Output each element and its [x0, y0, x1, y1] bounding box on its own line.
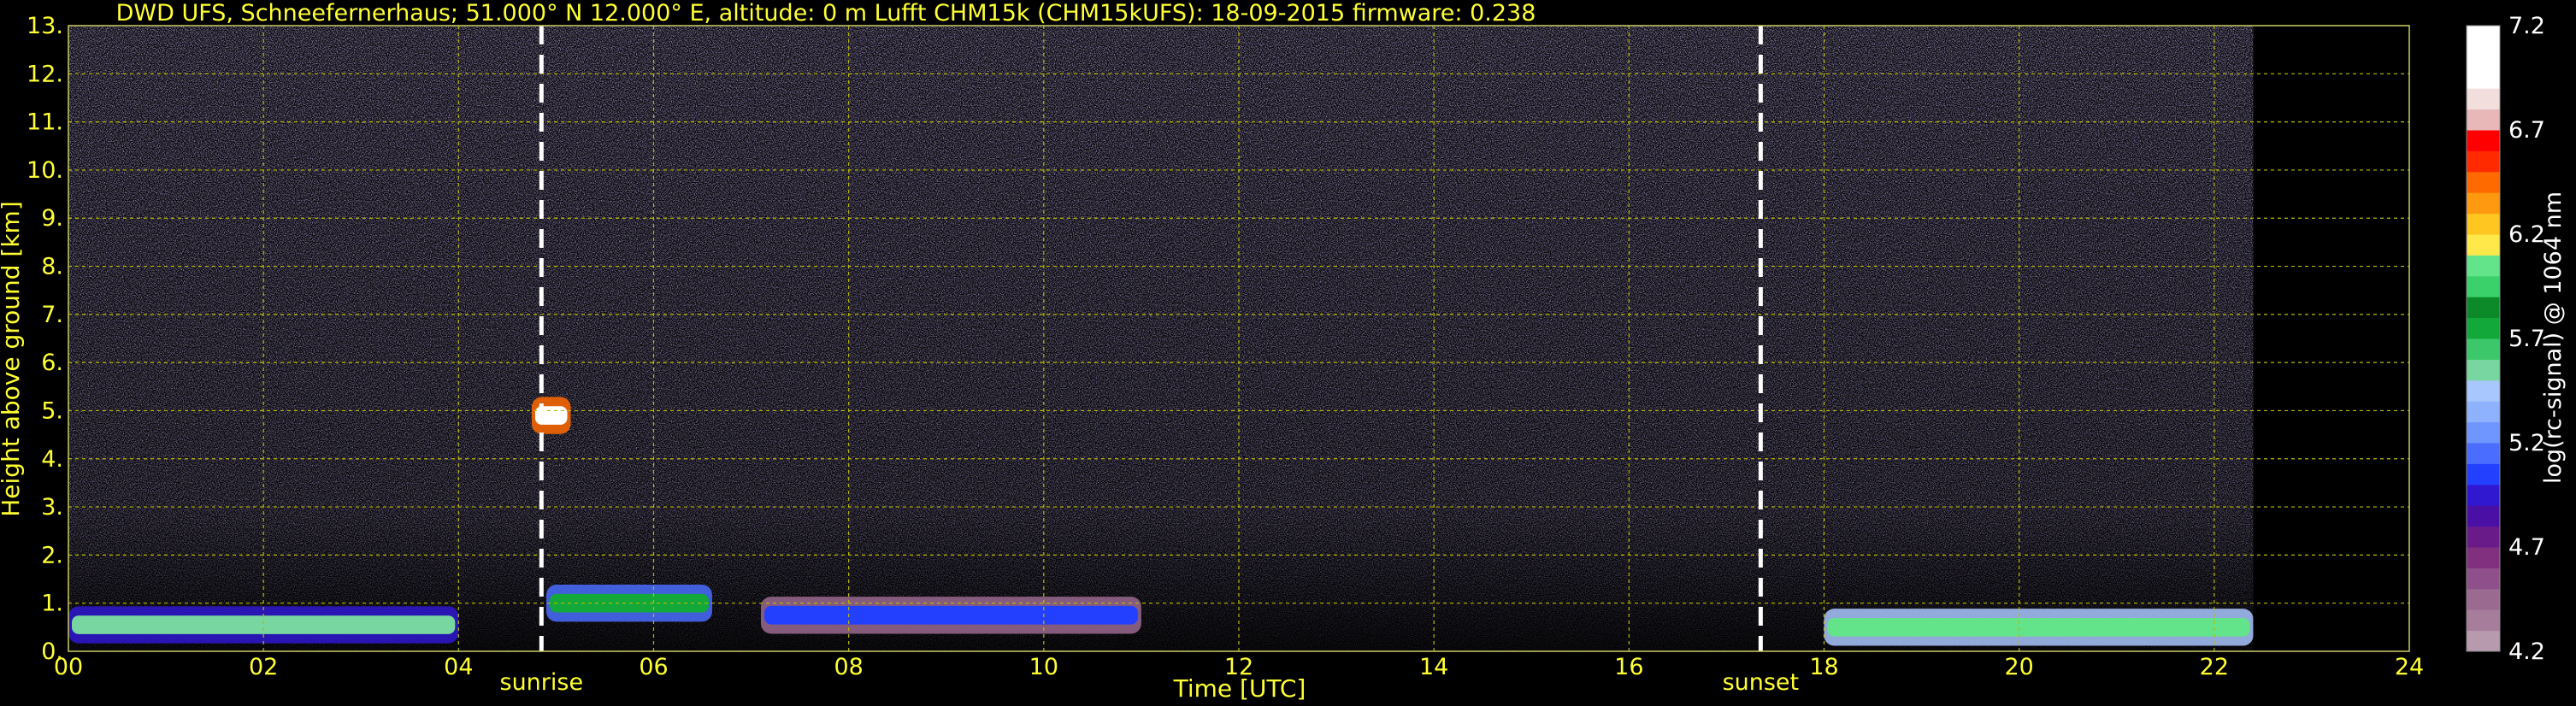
x-tick-label: 02: [249, 654, 278, 680]
sunset-label: sunset: [1723, 669, 1800, 696]
y-tick-label: 9.: [41, 205, 63, 232]
x-tick-label: 08: [834, 654, 863, 680]
y-tick-label: 1.: [41, 591, 63, 617]
colorbar-segment: [2467, 255, 2500, 277]
colorbar-segment: [2467, 609, 2500, 632]
colorbar-segment: [2467, 192, 2500, 215]
y-tick-label: 12.: [27, 61, 63, 87]
feature-evening-aerosol-layer: [1824, 609, 2254, 646]
y-tick-label: 10.: [27, 157, 63, 184]
y-tick-label: 2.: [41, 542, 63, 568]
y-tick-label: 13.: [27, 13, 63, 39]
feature-night-boundary-layer: [68, 606, 459, 644]
x-tick-label: 20: [2004, 654, 2033, 680]
colorbar-segment: [2467, 234, 2500, 256]
colorbar-segment: [2467, 109, 2500, 131]
y-tick-label: 8.: [41, 254, 63, 280]
colorbar-tick-label: 7.2: [2508, 13, 2545, 39]
colorbar-segment: [2467, 317, 2500, 339]
feature-core: [72, 615, 456, 634]
colorbar-segment: [2467, 88, 2500, 110]
chart-title: DWD UFS, Schneefernerhaus; 51.000° N 12.…: [116, 0, 1536, 26]
colorbar-label: log(rc-signal) @ 1064 nm: [2540, 191, 2567, 484]
colorbar-segment: [2467, 150, 2500, 173]
x-tick-label: 04: [444, 654, 473, 680]
sunrise-label: sunrise: [500, 669, 584, 696]
colorbar-segment: [2467, 67, 2500, 89]
colorbar-segment: [2467, 630, 2500, 652]
colorbar-segment: [2467, 526, 2500, 548]
colorbar-segment: [2467, 297, 2500, 319]
colorbar-segment: [2467, 26, 2500, 47]
feature-residual-layer: [760, 597, 1141, 634]
y-tick-label: 4.: [41, 446, 63, 473]
noise-fade-overlay: [68, 26, 2409, 651]
ceilometer-chart: DWD UFS, Schneefernerhaus; 51.000° N 12.…: [0, 0, 2567, 703]
colorbar-segment: [2467, 568, 2500, 590]
y-tick-label: 11.: [27, 109, 63, 136]
colorbar-segment: [2467, 359, 2500, 381]
x-tick-label: 14: [1419, 654, 1448, 680]
colorbar-segment: [2467, 275, 2500, 297]
y-tick-label: 3.: [41, 494, 63, 521]
x-tick-label: 16: [1614, 654, 1643, 680]
y-tick-label: 0.: [41, 638, 63, 665]
colorbar-tick-label: 4.7: [2508, 534, 2545, 561]
colorbar-segment: [2467, 130, 2500, 151]
colorbar-segment: [2467, 484, 2500, 506]
plot-area: [68, 26, 2409, 651]
y-tick-label: 5.: [41, 397, 63, 424]
y-tick-label: 6.: [41, 350, 63, 376]
no-data-region: [2253, 26, 2409, 651]
colorbar-tick-label: 6.7: [2508, 117, 2545, 144]
x-tick-label: 22: [2200, 654, 2229, 680]
colorbar-segment: [2467, 213, 2500, 235]
colorbar-segment: [2467, 505, 2500, 527]
feature-core: [763, 605, 1138, 625]
colorbar-segment: [2467, 171, 2500, 193]
x-tick-label: 24: [2395, 654, 2424, 680]
feature-cloud-layer: [531, 397, 571, 434]
colorbar-segment: [2467, 338, 2500, 360]
colorbar: [2466, 25, 2501, 652]
colorbar-segment: [2467, 46, 2500, 68]
x-axis-label: Time [UTC]: [1173, 674, 1306, 703]
y-axis-ticks: 0. 1. 2. 3. 4. 5. 6. 7. 8. 9. 10. 11. 12. 13.: [27, 13, 63, 665]
colorbar-segment: [2467, 421, 2500, 444]
colorbar-segment: [2467, 379, 2500, 402]
x-tick-label: 06: [639, 654, 668, 680]
colorbar-segment: [2467, 463, 2500, 485]
colorbar-segment: [2467, 401, 2500, 423]
x-tick-label: 10: [1029, 654, 1058, 680]
colorbar-tick-label: 4.2: [2508, 638, 2545, 665]
y-axis-label: Height above ground [km]: [0, 201, 25, 517]
colorbar-segment: [2467, 588, 2500, 610]
feature-core: [1827, 618, 2250, 637]
x-tick-label: 18: [1809, 654, 1838, 680]
y-tick-label: 7.: [41, 302, 63, 328]
colorbar-segment: [2467, 443, 2500, 464]
colorbar-segment: [2467, 547, 2500, 568]
